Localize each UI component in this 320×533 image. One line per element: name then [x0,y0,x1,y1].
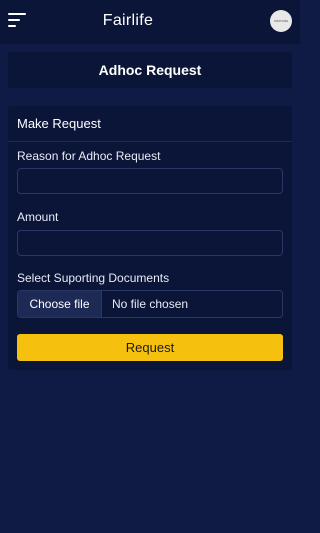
avatar[interactable]: naemas [270,10,292,32]
amount-label: Amount [17,210,59,224]
request-button[interactable]: Request [17,334,283,361]
amount-input[interactable] [17,230,283,256]
request-form: Make Request Reason for Adhoc Request Am… [8,106,292,370]
documents-label: Select Suporting Documents [17,271,170,285]
top-bar: Fairlife naemas [0,0,300,44]
choose-file-button[interactable]: Choose file [18,291,102,317]
reason-label: Reason for Adhoc Request [17,149,161,163]
menu-icon[interactable] [8,13,26,29]
file-picker[interactable]: Choose file No file chosen [17,290,283,318]
file-status: No file chosen [112,297,189,311]
app-title: Fairlife [102,12,154,29]
form-section-title: Make Request [8,106,292,142]
reason-input[interactable] [17,168,283,194]
page-title: Adhoc Request [8,52,292,88]
